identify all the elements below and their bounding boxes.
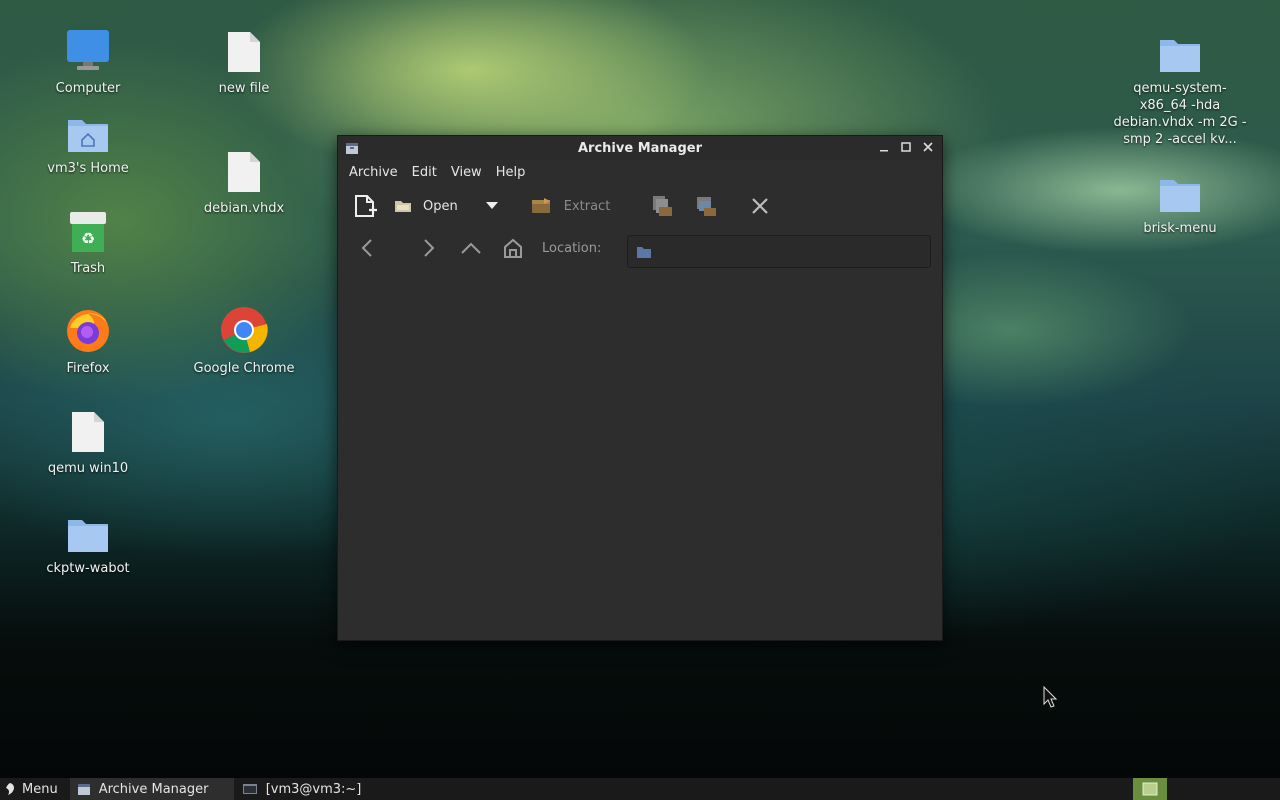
menu-button[interactable]: Menu	[0, 778, 64, 800]
menu-help[interactable]: Help	[489, 165, 533, 180]
desktop-icon-label: Firefox	[66, 361, 110, 376]
location-bar: Location:	[338, 228, 942, 268]
archive-manager-icon	[344, 140, 360, 160]
desktop-icon-qemu-win10[interactable]: qemu win10	[28, 404, 148, 477]
minimize-button[interactable]	[876, 139, 892, 155]
chevron-right-icon	[424, 239, 435, 257]
open-button[interactable]: Open	[394, 198, 458, 214]
task-label: Archive Manager	[98, 781, 209, 797]
desktop-icon-label: vm3's Home	[47, 161, 129, 176]
chevron-left-icon	[361, 239, 372, 257]
close-icon	[752, 198, 769, 214]
desktop-icon-label: qemu win10	[47, 461, 129, 476]
new-archive-button[interactable]	[352, 193, 378, 219]
chrome-icon	[220, 304, 268, 354]
computer-icon	[65, 24, 111, 74]
menu-edit[interactable]: Edit	[405, 165, 444, 180]
forward-button[interactable]	[416, 235, 442, 261]
desktop-icon-label: new file	[218, 81, 270, 96]
new-archive-icon	[355, 195, 377, 217]
archive-manager-window: Archive Manager Archive Edit View Help O…	[337, 135, 943, 641]
desktop-icon-qemu-command[interactable]: qemu-system-x86_64 -hda debian.vhdx -m 2…	[1113, 24, 1247, 148]
firefox-icon	[64, 304, 112, 354]
trash-icon: ♻	[68, 204, 108, 254]
menu-label: Menu	[22, 781, 58, 797]
folder-icon	[1158, 24, 1202, 74]
chevron-up-icon	[461, 242, 481, 254]
open-folder-icon	[395, 201, 411, 212]
location-label: Location:	[542, 240, 602, 256]
add-files-icon	[653, 196, 673, 216]
desktop-icon-new-file[interactable]: new file	[184, 24, 304, 97]
taskbar: Menu Archive Manager [vm3@vm3:~]	[0, 778, 1280, 800]
desktop-icon-label: Trash	[70, 261, 106, 276]
desktop-icon-label: Computer	[55, 81, 121, 96]
svg-text:♻: ♻	[81, 229, 95, 248]
location-field[interactable]	[627, 235, 931, 268]
add-folder-button[interactable]	[694, 194, 718, 218]
taskbar-item-archive-manager[interactable]: Archive Manager	[69, 778, 234, 800]
desktop-icon-trash[interactable]: ♻ Trash	[28, 204, 148, 277]
menu-archive[interactable]: Archive	[342, 165, 405, 180]
folder-icon	[637, 246, 651, 258]
folder-icon	[66, 504, 110, 554]
extract-label: Extract	[563, 198, 611, 214]
add-files-button[interactable]	[650, 194, 674, 218]
folder-icon	[1158, 164, 1202, 214]
open-label: Open	[423, 198, 458, 214]
desktop-icon-label: Google Chrome	[193, 361, 295, 376]
add-folder-icon	[697, 197, 717, 216]
chevron-down-icon	[485, 202, 498, 209]
mouse-cursor-icon	[1043, 686, 1057, 708]
desktop-icon-label: ckptw-wabot	[46, 561, 130, 576]
window-titlebar[interactable]: Archive Manager	[338, 136, 942, 160]
taskbar-item-terminal[interactable]: [vm3@vm3:~]	[236, 778, 368, 800]
desktop-icon-brisk-menu[interactable]: brisk-menu	[1120, 164, 1240, 237]
desktop-icon-label: debian.vhdx	[203, 201, 285, 216]
terminal-icon	[242, 784, 257, 794]
file-icon	[70, 404, 106, 454]
menu-view[interactable]: View	[444, 165, 489, 180]
menu-icon	[6, 783, 14, 795]
desktop-icon-computer[interactable]: Computer	[28, 24, 148, 97]
extract-button[interactable]: Extract	[530, 197, 611, 215]
menubar: Archive Edit View Help	[338, 160, 942, 184]
desktop-icon-ckptw-wabot[interactable]: ckptw-wabot	[28, 504, 148, 577]
extract-icon	[531, 198, 550, 213]
home-button[interactable]	[500, 235, 526, 261]
workspace-icon	[1142, 782, 1158, 796]
window-controls	[876, 139, 936, 155]
toolbar: Open Extract	[338, 184, 942, 228]
window-title: Archive Manager	[578, 140, 702, 156]
back-button[interactable]	[354, 235, 380, 261]
up-button[interactable]	[458, 235, 484, 261]
desktop-icon-label: qemu-system-x86_64 -hda debian.vhdx -m 2…	[1113, 81, 1247, 147]
stop-button[interactable]	[750, 196, 770, 216]
maximize-button[interactable]	[898, 139, 914, 155]
desktop-icon-label: brisk-menu	[1143, 221, 1217, 236]
home-icon	[504, 238, 522, 258]
file-icon	[226, 144, 262, 194]
home-folder-icon	[66, 104, 110, 154]
desktop-icon-firefox[interactable]: Firefox	[28, 304, 148, 377]
desktop-icon-chrome[interactable]: Google Chrome	[184, 304, 304, 377]
close-button[interactable]	[920, 139, 936, 155]
archive-manager-icon	[77, 784, 90, 795]
file-icon	[226, 24, 262, 74]
desktop-icon-home[interactable]: vm3's Home	[28, 104, 148, 177]
desktop-icon-debian-vhdx[interactable]: debian.vhdx	[184, 144, 304, 217]
open-dropdown-button[interactable]	[485, 202, 498, 210]
task-label: [vm3@vm3:~]	[265, 781, 362, 797]
workspace-switcher[interactable]	[1133, 778, 1167, 800]
